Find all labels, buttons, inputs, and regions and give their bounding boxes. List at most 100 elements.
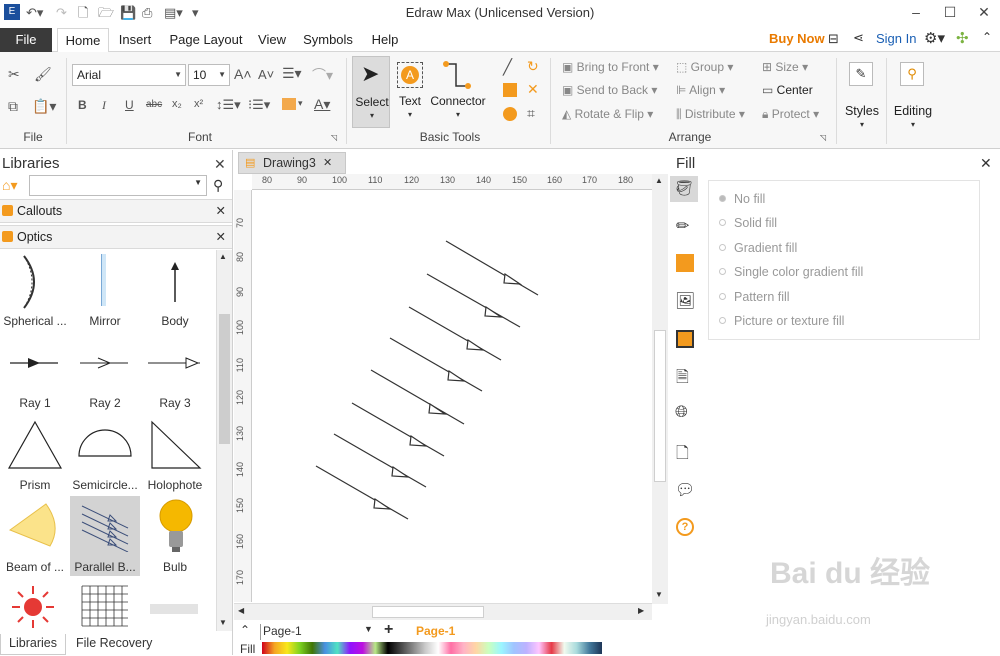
shadow-icon[interactable] [676, 330, 694, 348]
shape-parallel-beam[interactable]: Parallel B... [70, 496, 140, 576]
tab-home[interactable]: Home [57, 28, 109, 53]
rectangle-shape-icon[interactable] [503, 83, 517, 97]
align-text-icon[interactable]: ☰▾ [282, 65, 302, 82]
underline-icon[interactable]: U [125, 98, 134, 112]
ribbon-collapse-icon[interactable]: ⌃ [982, 30, 992, 44]
buy-now-link[interactable]: Buy Now [769, 31, 825, 46]
tab-close-icon[interactable]: ✕ [323, 153, 332, 173]
align-button[interactable]: ⊫ Align ▾ [676, 83, 725, 97]
horizontal-scrollbar[interactable]: ◀ ▶ [234, 603, 652, 620]
shape-style-icon[interactable] [676, 254, 694, 272]
connector-tool-button[interactable]: Connector ▾ [428, 56, 488, 128]
scroll-up-icon[interactable]: ▲ [219, 252, 227, 261]
color-palette[interactable] [262, 642, 602, 654]
scroll-thumb[interactable] [219, 314, 230, 444]
minimize-button[interactable]: – [906, 2, 926, 22]
page-bar-collapse-icon[interactable]: ⌃ [240, 623, 250, 637]
send-to-back-button[interactable]: ▣ Send to Back ▾ [562, 83, 657, 97]
tab-insert[interactable]: Insert [114, 28, 156, 52]
cart-icon[interactable]: ⊟ [828, 31, 839, 47]
libraries-close-icon[interactable]: ✕ [214, 156, 226, 173]
pen-tool-icon[interactable]: ✕ [527, 81, 539, 98]
scroll-right-icon[interactable]: ▶ [638, 606, 644, 615]
sign-in-link[interactable]: Sign In [876, 31, 916, 46]
line-shape-icon[interactable]: ╱ [503, 58, 512, 76]
group-button[interactable]: ⬚ Group ▾ [676, 60, 733, 74]
shape-ray-1[interactable]: Ray 1 [0, 334, 70, 412]
bullets-icon[interactable]: ⁝☰▾ [248, 97, 270, 113]
page-selector[interactable]: Page-1 [260, 624, 302, 640]
fill-option-picture-texture[interactable]: Picture or texture fill [719, 314, 844, 328]
library-search-input[interactable]: ▼ [29, 175, 207, 196]
category-close-icon[interactable]: ✕ [216, 226, 226, 248]
fill-option-single-color-gradient[interactable]: Single color gradient fill [719, 265, 863, 279]
attachment-icon[interactable]: 🗋 [676, 442, 689, 469]
font-dialog-launcher-icon[interactable]: ◹ [331, 133, 337, 142]
fill-option-gradient[interactable]: Gradient fill [719, 241, 797, 255]
libraries-bottom-tab[interactable]: Libraries [0, 634, 66, 655]
strikethrough-icon[interactable]: abc [146, 99, 162, 110]
editing-button[interactable]: ⚲ Editing ▾ [890, 56, 936, 136]
bold-icon[interactable]: B [78, 98, 87, 112]
copy-icon[interactable]: ⧉ [8, 98, 18, 115]
highlight-dropdown-icon[interactable]: ▾ [298, 98, 303, 109]
shape-body[interactable]: Body [140, 252, 210, 330]
shape-semicircle[interactable]: Semicircle... [70, 416, 140, 494]
arrange-dialog-launcher-icon[interactable]: ◹ [820, 133, 826, 142]
highlight-color-icon[interactable] [282, 98, 296, 110]
arc-shape-icon[interactable]: ↻ [527, 58, 539, 75]
drawing-page[interactable] [252, 190, 652, 602]
styles-button[interactable]: ✎ Styles ▾ [842, 56, 882, 136]
help-icon[interactable]: ? [676, 518, 694, 536]
scroll-left-icon[interactable]: ◀ [238, 606, 244, 615]
font-color-icon[interactable]: A▾ [314, 96, 330, 113]
subscript-icon[interactable]: x₂ [172, 98, 182, 110]
horizontal-scroll-thumb[interactable] [372, 606, 484, 618]
superscript-icon[interactable]: x² [194, 98, 203, 110]
sun-light-icon[interactable] [10, 584, 56, 630]
shape-ray-3[interactable]: Ray 3 [140, 334, 210, 412]
italic-icon[interactable]: I [102, 98, 106, 113]
home-icon[interactable]: ⌂▾ [2, 177, 17, 194]
shape-ray-2[interactable]: Ray 2 [70, 334, 140, 412]
fill-option-no-fill[interactable]: No fill [719, 192, 765, 206]
scroll-down-icon[interactable]: ▼ [219, 618, 227, 627]
category-close-icon[interactable]: ✕ [216, 200, 226, 222]
comment-icon[interactable]: 💬︎ [675, 480, 695, 500]
category-callouts[interactable]: Callouts ✕ [0, 199, 232, 223]
size-button[interactable]: ⊞ Size ▾ [762, 60, 808, 74]
bring-to-front-button[interactable]: ▣ Bring to Front ▾ [562, 60, 659, 74]
drawing-page-area[interactable] [252, 190, 652, 602]
paste-icon[interactable]: 📋▾ [32, 98, 56, 115]
search-dropdown-icon[interactable]: ▼ [194, 178, 202, 187]
shrink-font-icon[interactable]: A˅ [258, 67, 274, 82]
library-scrollbar[interactable]: ▲ ▼ [216, 250, 232, 631]
line-style-icon[interactable]: ✏ [676, 216, 689, 236]
font-size-select[interactable]: 10 ▼ [188, 64, 230, 86]
settings-gear-icon[interactable]: ⚙▾ [924, 29, 945, 47]
file-recovery-tab[interactable]: File Recovery [76, 634, 156, 655]
fill-bucket-icon[interactable]: 🪣︎ [670, 176, 698, 202]
shape-bulb[interactable]: Bulb [140, 498, 210, 576]
distribute-button[interactable]: ⫼ Distribute ▾ [676, 107, 745, 122]
document-tab[interactable]: ▤ Drawing3 ✕ [238, 152, 346, 174]
parallel-beam-drawing[interactable] [252, 190, 652, 602]
vertical-scroll-thumb[interactable] [654, 330, 666, 482]
file-menu-tab[interactable]: File [0, 28, 52, 52]
text-path-icon[interactable]: ⌒▾ [312, 65, 333, 85]
page-dropdown-icon[interactable]: ▼ [364, 624, 373, 634]
close-button[interactable]: ✕ [974, 2, 994, 22]
scroll-up-icon[interactable]: ▲ [655, 176, 663, 185]
tab-help[interactable]: Help [368, 28, 402, 52]
tab-symbols[interactable]: Symbols [300, 28, 356, 52]
format-painter-icon[interactable]: 🖌 [34, 66, 52, 83]
ellipse-shape-icon[interactable] [503, 107, 517, 121]
grow-font-icon[interactable]: A˄ [234, 66, 252, 82]
shape-spherical[interactable]: Spherical ... [0, 252, 70, 330]
maximize-button[interactable]: ☐ [940, 2, 960, 22]
shape-prism[interactable]: Prism [0, 416, 70, 494]
text-tool-button[interactable]: A Text ▾ [394, 56, 426, 128]
tab-page-layout[interactable]: Page Layout [166, 28, 246, 52]
shape-beam-of-light[interactable]: Beam of ... [0, 498, 70, 576]
center-button[interactable]: ▭ Center [762, 83, 813, 97]
